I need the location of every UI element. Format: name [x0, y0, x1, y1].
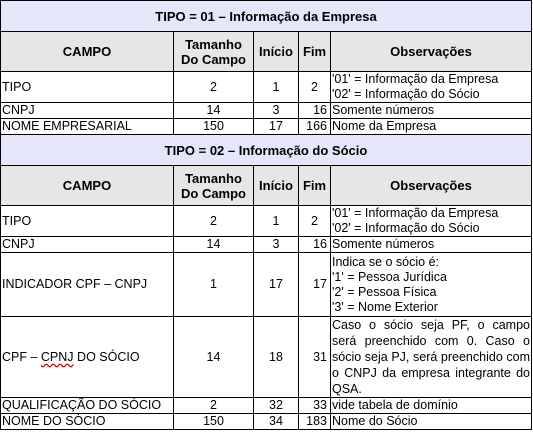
- campo: CPF – CPNJ DO SÓCIO: [0, 316, 174, 398]
- campo: INDICADOR CPF – CNPJ: [0, 252, 174, 317]
- col-inicio: Início: [253, 31, 299, 72]
- tamanho: 2: [173, 71, 254, 103]
- col-campo: CAMPO: [0, 165, 174, 206]
- obs-line: '02' = Informação do Sócio: [332, 87, 480, 101]
- campo: NOME DO SÓCIO: [0, 413, 174, 430]
- col-inicio: Início: [253, 165, 299, 206]
- campo-part: DO SÓCIO: [73, 349, 140, 364]
- section-title: TIPO = 02 – Informação do Sócio: [0, 134, 532, 166]
- layout-table: TIPO = 01 – Informação da Empresa CAMPO …: [0, 0, 532, 430]
- campo: CNPJ: [0, 102, 174, 119]
- obs-line: '01' = Informação da Empresa: [332, 72, 499, 86]
- obs: Indica se o sócio é: '1' = Pessoa Jurídi…: [330, 252, 532, 317]
- obs: Somente números: [330, 236, 532, 253]
- inicio: 3: [253, 102, 299, 119]
- inicio: 34: [253, 413, 299, 430]
- campo: TIPO: [0, 205, 174, 237]
- col-tamanho-l1: Tamanho: [185, 170, 242, 186]
- tamanho: 2: [173, 205, 254, 237]
- col-tamanho-l2: Do Campo: [181, 51, 246, 67]
- col-tamanho-l2: Do Campo: [181, 185, 246, 201]
- col-tamanho: Tamanho Do Campo: [173, 31, 254, 72]
- fim: 2: [298, 205, 331, 237]
- obs: Caso o sócio seja PF, o campo será preen…: [330, 316, 532, 398]
- table-row: TIPO 2 1 2 '01' = Informação da Empresa '…: [0, 205, 532, 237]
- campo: TIPO: [0, 71, 174, 103]
- col-campo: CAMPO: [0, 31, 174, 72]
- fim: 166: [298, 118, 331, 135]
- obs-line: '3' = Nome Exterior: [332, 299, 438, 314]
- obs-line: '01' = Informação da Empresa: [332, 206, 499, 220]
- header-row: CAMPO Tamanho Do Campo Início Fim Observa…: [0, 31, 532, 72]
- col-fim: Fim: [298, 31, 331, 72]
- inicio: 17: [253, 118, 299, 135]
- obs: Nome do Sócio: [330, 413, 532, 430]
- fim: 33: [298, 397, 331, 414]
- obs-line: '2' = Pessoa Física: [332, 284, 437, 299]
- misspelled-word: CPNJ: [40, 349, 74, 364]
- obs: '01' = Informação da Empresa '02' = Infor…: [330, 71, 532, 103]
- obs: Somente números: [330, 102, 532, 119]
- tamanho: 14: [173, 316, 254, 398]
- campo: CNPJ: [0, 236, 174, 253]
- col-fim: Fim: [298, 165, 331, 206]
- table-row: CNPJ 14 3 16 Somente números: [0, 236, 532, 253]
- table-row: CPF – CPNJ DO SÓCIO 14 18 31 Caso o sóci…: [0, 316, 532, 398]
- obs: '01' = Informação da Empresa '02' = Infor…: [330, 205, 532, 237]
- col-obs: Observações: [330, 31, 532, 72]
- inicio: 3: [253, 236, 299, 253]
- inicio: 1: [253, 71, 299, 103]
- fim: 183: [298, 413, 331, 430]
- table-row: INDICADOR CPF – CNPJ 1 17 17 Indica se o…: [0, 252, 532, 317]
- tamanho: 150: [173, 118, 254, 135]
- section-title: TIPO = 01 – Informação da Empresa: [0, 0, 532, 32]
- col-obs: Observações: [330, 165, 532, 206]
- inicio: 32: [253, 397, 299, 414]
- fim: 16: [298, 102, 331, 119]
- table-row: NOME EMPRESARIAL 150 17 166 Nome da Empr…: [0, 118, 532, 135]
- table-row: CNPJ 14 3 16 Somente números: [0, 102, 532, 119]
- tamanho: 14: [173, 102, 254, 119]
- col-tamanho: Tamanho Do Campo: [173, 165, 254, 206]
- fim: 17: [298, 252, 331, 317]
- table-row: TIPO 2 1 2 '01' = Informação da Empresa '…: [0, 71, 532, 103]
- tamanho: 1: [173, 252, 254, 317]
- table-row: QUALIFICAÇÃO DO SÓCIO 2 32 33 vide tabel…: [0, 397, 532, 414]
- campo: NOME EMPRESARIAL: [0, 118, 174, 135]
- table-row: NOME DO SÓCIO 150 34 183 Nome do Sócio: [0, 413, 532, 430]
- campo-part: CPF –: [2, 349, 41, 364]
- obs-line: '1' = Pessoa Jurídica: [332, 269, 447, 284]
- obs-line: '02' = Informação do Sócio: [332, 221, 480, 235]
- inicio: 1: [253, 205, 299, 237]
- tamanho: 150: [173, 413, 254, 430]
- inicio: 17: [253, 252, 299, 317]
- obs: vide tabela de domínio: [330, 397, 532, 414]
- inicio: 18: [253, 316, 299, 398]
- fim: 31: [298, 316, 331, 398]
- campo: QUALIFICAÇÃO DO SÓCIO: [0, 397, 174, 414]
- fim: 2: [298, 71, 331, 103]
- tamanho: 2: [173, 397, 254, 414]
- obs-line: Indica se o sócio é:: [332, 254, 440, 269]
- tamanho: 14: [173, 236, 254, 253]
- obs: Nome da Empresa: [330, 118, 532, 135]
- col-tamanho-l1: Tamanho: [185, 36, 242, 52]
- fim: 16: [298, 236, 331, 253]
- header-row: CAMPO Tamanho Do Campo Início Fim Observa…: [0, 165, 532, 206]
